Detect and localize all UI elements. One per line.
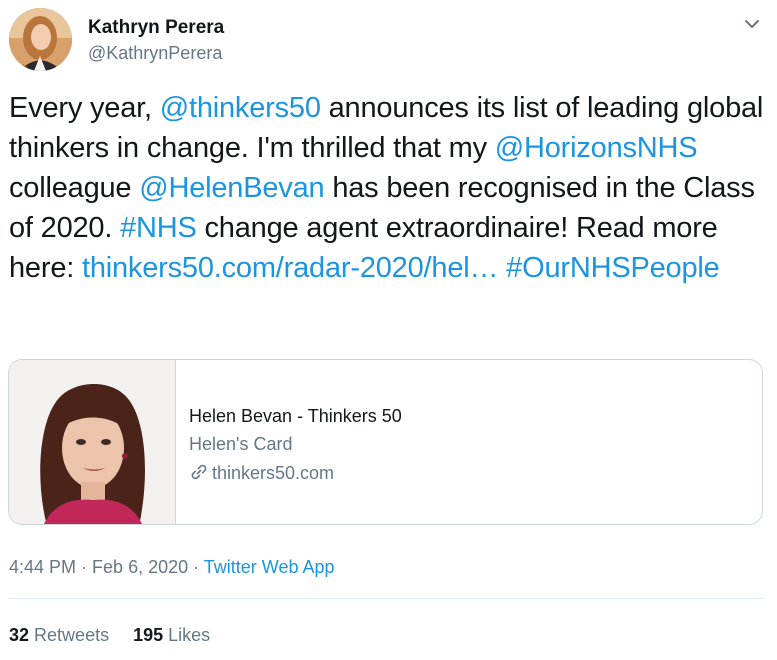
tweet-time[interactable]: 4:44 PM — [9, 557, 76, 577]
tweet-text: Every year, @thinkers50 announces its li… — [9, 88, 769, 288]
card-thumbnail — [9, 360, 176, 524]
likes-label: Likes — [168, 625, 211, 645]
author-avatar[interactable] — [9, 8, 72, 71]
author-handle[interactable]: @KathrynPerera — [88, 43, 222, 64]
tweet-link[interactable]: #OurNHSPeople — [506, 252, 720, 284]
tweet-text-segment: Every year, — [9, 92, 160, 124]
tweet-meta: 4:44 PM · Feb 6, 2020 · Twitter Web App — [9, 557, 335, 578]
chevron-down-icon[interactable] — [741, 13, 763, 35]
tweet-link[interactable]: thinkers50.com/radar-2020/hel… — [82, 252, 499, 284]
tweet-link[interactable]: @HorizonsNHS — [495, 132, 698, 164]
card-domain-text: thinkers50.com — [212, 463, 335, 483]
retweets-label: Retweets — [34, 625, 110, 645]
tweet-text-segment — [498, 252, 506, 284]
likes-count: 195 — [133, 625, 164, 645]
link-icon — [189, 462, 209, 487]
divider — [9, 598, 765, 599]
meta-separator: · — [76, 557, 93, 577]
author-display-name[interactable]: Kathryn Perera — [88, 17, 224, 39]
tweet-stats: 32 Retweets 195 Likes — [9, 625, 234, 646]
retweets-count: 32 — [9, 625, 30, 645]
tweet-date[interactable]: Feb 6, 2020 — [92, 557, 188, 577]
card-domain: thinkers50.com — [189, 462, 334, 487]
tweet-link[interactable]: #NHS — [120, 212, 197, 244]
card-title: Helen Bevan - Thinkers 50 — [189, 406, 402, 426]
tweet-source-app[interactable]: Twitter Web App — [204, 557, 335, 577]
link-preview-card[interactable]: Helen Bevan - Thinkers 50 Helen's Card t… — [8, 359, 763, 525]
tweet-link[interactable]: @HelenBevan — [139, 172, 324, 204]
tweet-text-segment: colleague — [9, 172, 140, 204]
card-description: Helen's Card — [189, 434, 293, 454]
retweets-stat[interactable]: 32 Retweets — [9, 625, 109, 645]
meta-separator: · — [188, 557, 204, 577]
likes-stat[interactable]: 195 Likes — [133, 625, 210, 645]
tweet-link[interactable]: @thinkers50 — [160, 92, 321, 124]
